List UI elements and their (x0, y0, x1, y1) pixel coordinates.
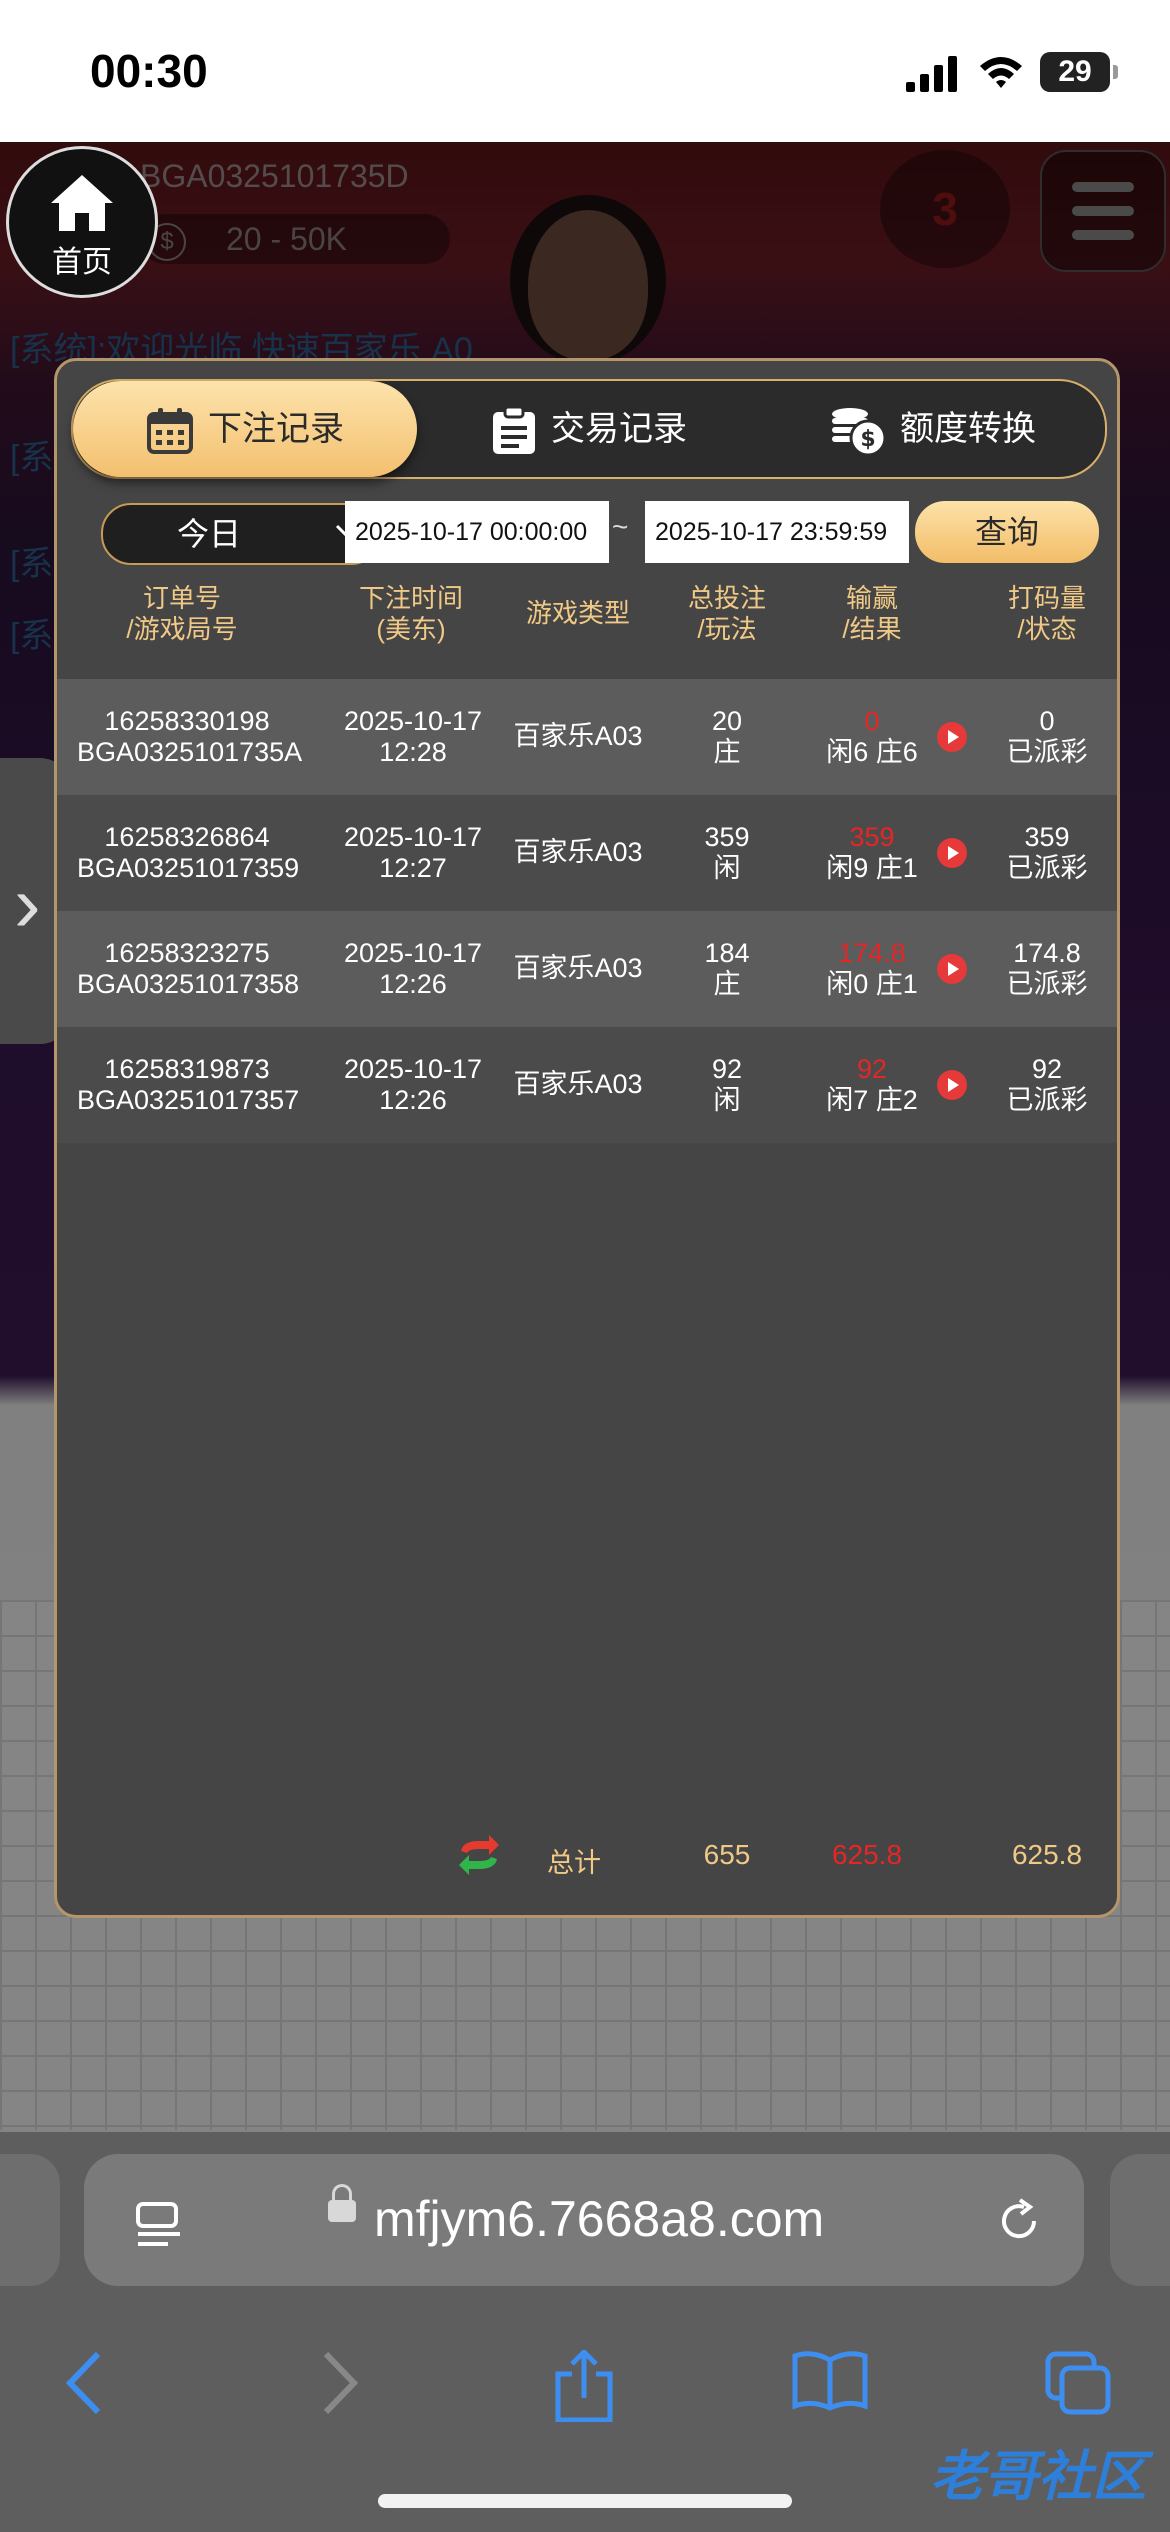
replay-play-icon[interactable] (937, 722, 967, 752)
header-bet: 总投注/玩法 (687, 583, 766, 644)
summary-turnover: 625.8 (1011, 1839, 1083, 1870)
order-cell: 16258319873 BGA03251017357 (77, 1054, 300, 1115)
status-bar: 00:30 29 (0, 0, 1170, 142)
time-cell: 2025-10-17 12:27 (343, 822, 483, 883)
tabs-icon[interactable] (1044, 2350, 1112, 2416)
replay-play-icon[interactable] (937, 838, 967, 868)
win-cell: 174.8 闲0 庄1 (826, 938, 918, 999)
records-modal: 下注记录 交易记录 $ 额度转换 今日 2025-10-17 00:00:00 … (54, 358, 1120, 1918)
bookmarks-icon[interactable] (792, 2350, 868, 2412)
coins-icon: $ (832, 408, 886, 457)
query-button[interactable]: 查询 (915, 501, 1099, 563)
url-text: mfjym6.7668a8.com (374, 2191, 825, 2247)
battery-icon: 29 (1040, 52, 1118, 92)
turnover-cell: 174.8 已派彩 (1006, 938, 1088, 999)
table-row: 16258330198 BGA0325101735A 2025-10-17 12:2… (57, 679, 1117, 795)
table-header: 订单号/游戏局号 下注时间 (美东) 游戏类型 总投注/玩法 输赢/结果 打码量 /… (57, 583, 1117, 673)
turnover-cell: 92 已派彩 (1006, 1054, 1088, 1115)
turnover-cell: 0 已派彩 (1006, 706, 1088, 767)
order-cell: 16258330198 BGA0325101735A (77, 706, 303, 767)
record-tabs: 下注记录 交易记录 $ 额度转换 (71, 379, 1107, 479)
home-label: 首页 (52, 246, 112, 279)
header-time: 下注时间 (美东) (358, 583, 463, 644)
replay-play-icon[interactable] (937, 954, 967, 984)
win-cell: 92 闲7 庄2 (826, 1054, 918, 1115)
wifi-icon (980, 57, 1022, 88)
tab-credit-transfer[interactable]: $ 额度转换 (761, 381, 1105, 477)
refresh-arrows-icon[interactable] (457, 1835, 501, 1875)
order-cell: 16258326864 BGA03251017359 (77, 822, 300, 883)
table-row: 16258319873 BGA03251017357 2025-10-17 12:2… (57, 1027, 1117, 1143)
turnover-cell: 359 已派彩 (1006, 822, 1088, 883)
address-bar[interactable]: mfjym6.7668a8.com (84, 2154, 1084, 2286)
summary-bet: 655 (703, 1839, 751, 1870)
bet-cell: 184 庄 (704, 938, 750, 999)
cellular-signal-icon (906, 56, 957, 92)
share-icon[interactable] (552, 2350, 616, 2422)
bet-cell: 92 闲 (711, 1054, 743, 1115)
forward-icon[interactable] (320, 2350, 360, 2416)
chevron-right-icon: › (14, 859, 41, 948)
calendar-icon (147, 408, 193, 455)
browser-chrome: mfjym6.7668a8.com 老哥社区 (0, 2132, 1170, 2532)
bet-cell: 20 庄 (711, 706, 743, 767)
back-icon[interactable] (64, 2350, 104, 2416)
header-turnover: 打码量/状态 (1007, 583, 1086, 644)
start-date-input[interactable]: 2025-10-17 00:00:00 (345, 501, 609, 563)
time-cell: 2025-10-17 12:28 (343, 706, 483, 767)
table-row: 16258323275 BGA03251017358 2025-10-17 12:2… (57, 911, 1117, 1027)
win-cell: 359 闲9 庄1 (826, 822, 918, 883)
header-win: 输赢/结果 (842, 583, 902, 644)
home-indicator[interactable] (378, 2494, 792, 2508)
lock-icon (328, 2184, 356, 2222)
game-cell: 百家乐A03 (513, 837, 643, 867)
watermark: 老哥社区 (930, 2447, 1146, 2507)
header-order: 订单号/游戏局号 (126, 583, 238, 644)
previous-tab-preview[interactable] (0, 2154, 60, 2286)
game-cell: 百家乐A03 (513, 1069, 643, 1099)
tab-bet-records[interactable]: 下注记录 (73, 381, 417, 477)
bet-cell: 359 闲 (704, 822, 750, 883)
home-button[interactable]: 首页 (6, 146, 158, 298)
reload-icon[interactable] (994, 2196, 1044, 2246)
next-tab-preview[interactable] (1110, 2154, 1170, 2286)
win-cell: 0 闲6 庄6 (826, 706, 918, 767)
time-cell: 2025-10-17 12:26 (343, 938, 483, 999)
replay-play-icon[interactable] (937, 1070, 967, 1100)
summary-win: 625.8 (831, 1839, 903, 1870)
game-cell: 百家乐A03 (513, 721, 643, 751)
period-select[interactable]: 今日 (101, 503, 381, 565)
page-menu-icon[interactable] (134, 2200, 184, 2250)
header-game-type: 游戏类型 (525, 598, 630, 628)
tab-transaction-records[interactable]: 交易记录 (417, 381, 761, 477)
filter-bar: 今日 2025-10-17 00:00:00 ~ 2025-10-17 23:5… (57, 501, 1117, 571)
end-date-input[interactable]: 2025-10-17 23:59:59 (645, 501, 909, 563)
summary-label: 总计 (547, 1848, 601, 1878)
time-cell: 2025-10-17 12:26 (343, 1054, 483, 1115)
order-cell: 16258323275 BGA03251017358 (77, 938, 300, 999)
summary-row: 总计 655 625.8 625.8 (57, 1831, 1117, 1881)
clipboard-icon (493, 406, 535, 455)
table-row: 16258326864 BGA03251017359 2025-10-17 12:2… (57, 795, 1117, 911)
game-cell: 百家乐A03 (513, 953, 643, 983)
house-icon (51, 175, 113, 231)
clock: 00:30 (90, 45, 208, 97)
date-separator: ~ (612, 511, 629, 542)
svg-text:$: $ (860, 427, 875, 452)
